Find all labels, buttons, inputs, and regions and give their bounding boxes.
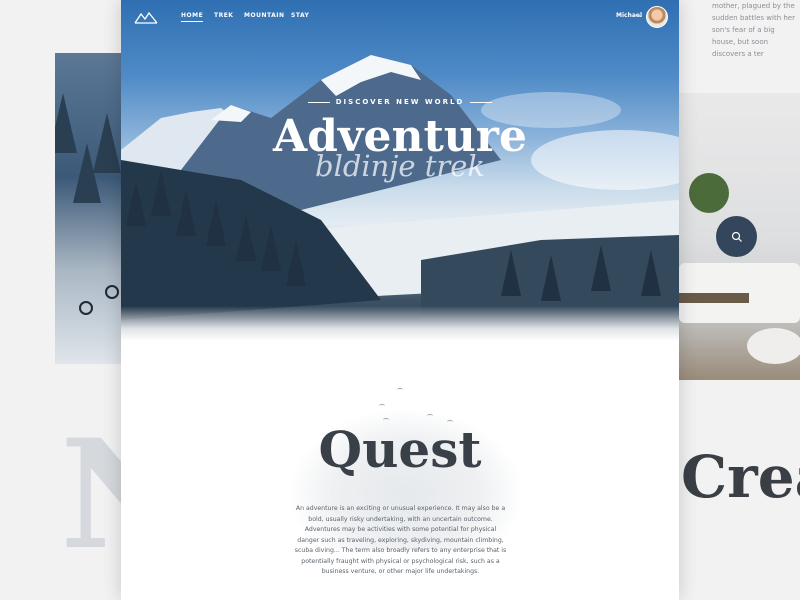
left-preview-card[interactable] (55, 53, 121, 364)
hero-script-subtitle: bldinje trek (315, 149, 485, 183)
search-button[interactable] (716, 216, 757, 257)
mountain-logo-icon (134, 11, 158, 24)
right-preview-letter: Crea (681, 443, 800, 511)
plant-shape (689, 173, 729, 213)
nav-trek[interactable]: TREK (214, 12, 233, 19)
brush-divider (121, 306, 679, 356)
hero-tagline: DISCOVER NEW WORLD (121, 98, 679, 106)
tagline-left-ornament (307, 101, 330, 103)
logo[interactable] (134, 9, 158, 28)
pouf-shape (747, 328, 800, 364)
pine-tree (591, 245, 611, 291)
pine-tree (541, 255, 561, 301)
main-page: HOME TREK MOUNTAIN STAY Michael ⌄ DISCOV… (121, 0, 679, 600)
pine-tree (641, 250, 661, 296)
pine-tree (286, 240, 306, 286)
avatar[interactable] (646, 6, 668, 28)
nav-home[interactable]: HOME (181, 12, 204, 22)
bird-icon (379, 404, 385, 408)
biker-figure (105, 285, 119, 299)
pine-tree (206, 200, 226, 246)
tagline-right-ornament (470, 101, 493, 103)
pine-tree (261, 225, 281, 271)
bird-icon (427, 414, 433, 418)
section-title: Quest (318, 420, 482, 479)
hero-tagline-text: DISCOVER NEW WORLD (335, 98, 465, 106)
nav-stay[interactable]: STAY (291, 12, 309, 19)
nav-mountain[interactable]: MOUNTAIN (244, 12, 285, 19)
pine-tree (126, 180, 146, 226)
search-icon (731, 231, 742, 242)
top-nav: HOME TREK MOUNTAIN STAY Michael ⌄ (121, 0, 679, 34)
table-shape (679, 293, 749, 303)
pine-tree (176, 190, 196, 236)
chevron-down-icon[interactable]: ⌄ (638, 12, 643, 19)
tree-shape (93, 113, 121, 173)
section-body-text: An adventure is an exciting or unusual e… (294, 505, 507, 575)
left-preview-letter: N (60, 420, 121, 550)
right-preview-text: mother, plagued by the sudden battles wi… (712, 2, 795, 58)
biker-figure (79, 301, 93, 315)
pine-tree (501, 250, 521, 296)
pine-tree (236, 215, 256, 261)
hero-banner: HOME TREK MOUNTAIN STAY Michael ⌄ DISCOV… (121, 0, 679, 340)
bird-icon (397, 388, 403, 392)
